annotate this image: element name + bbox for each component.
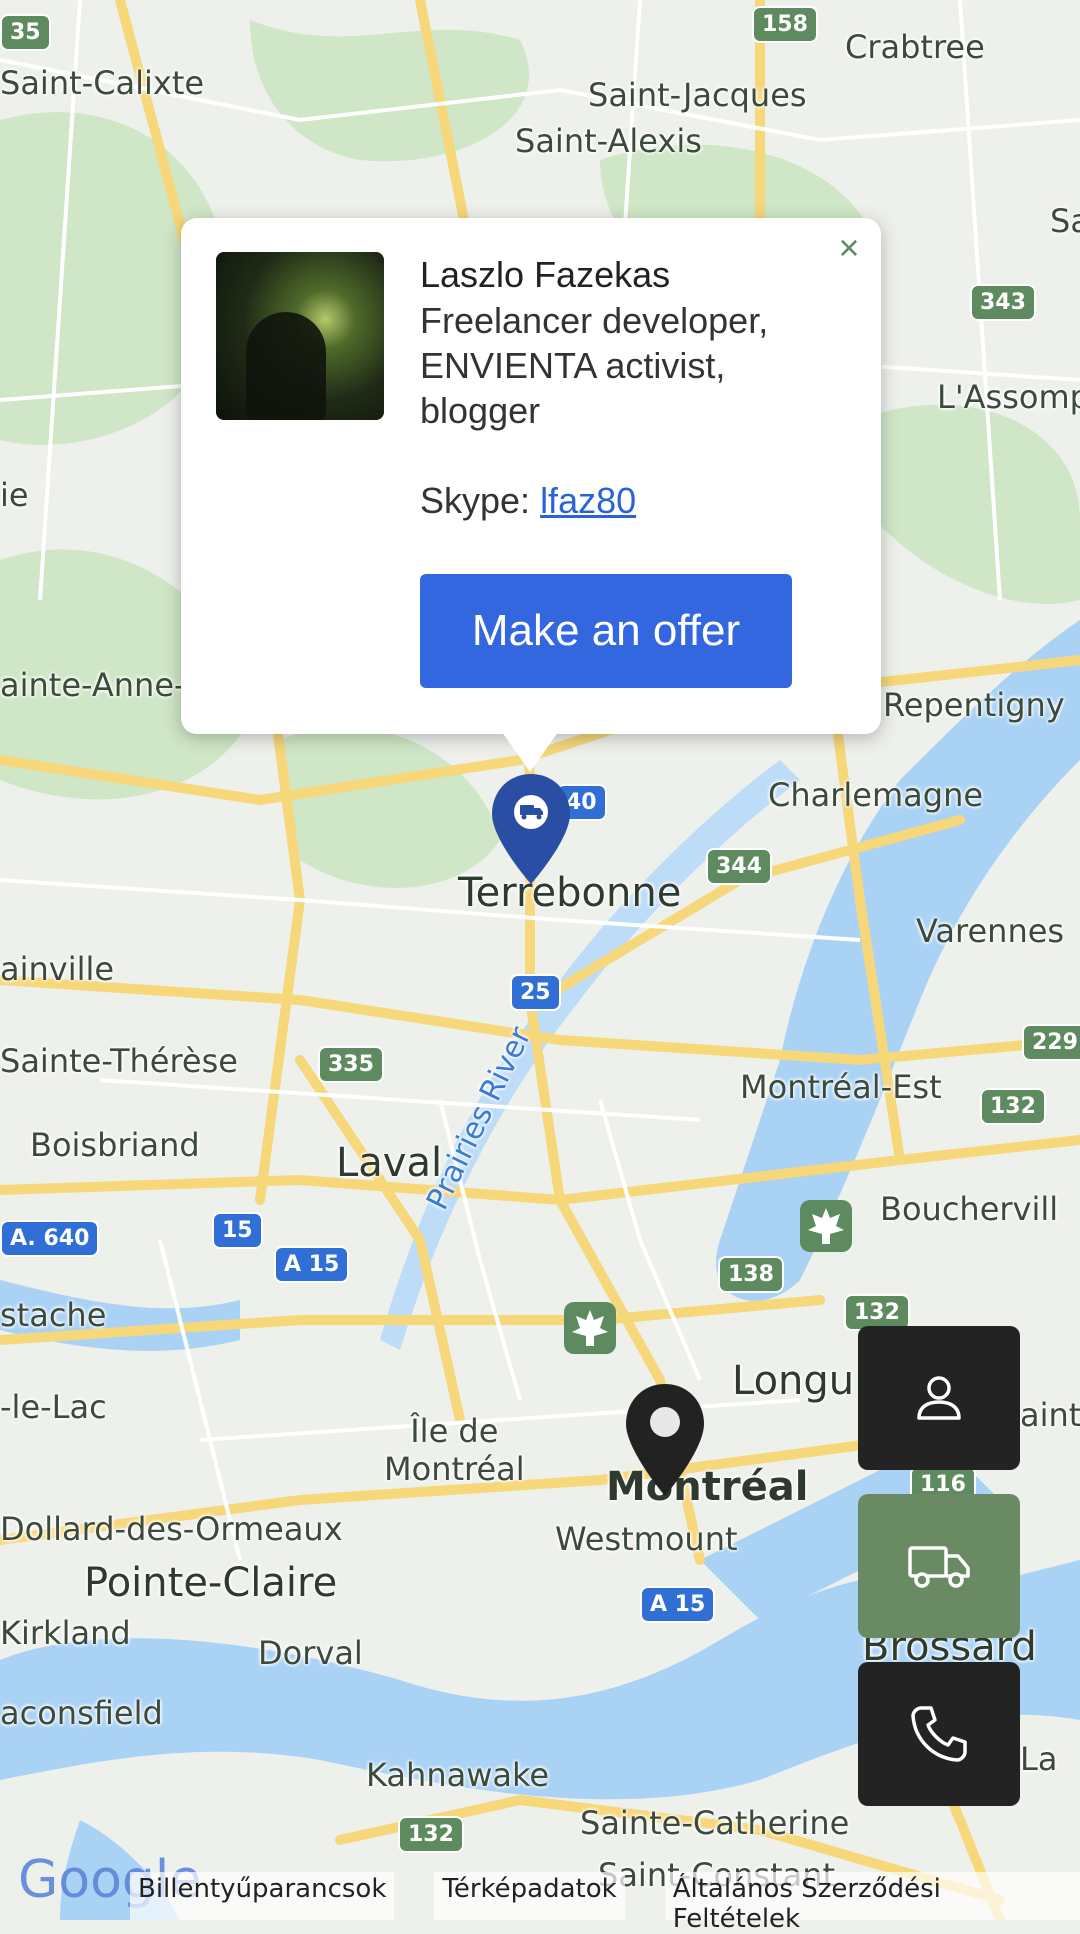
place-label: Saint-Jacques	[588, 76, 807, 114]
place-label: Sainte-Thérèse	[0, 1042, 238, 1080]
route-shield: 35	[0, 14, 51, 51]
maple-leaf-icon	[564, 1302, 616, 1354]
place-label: La	[1020, 1740, 1058, 1778]
route-shield: A. 640	[0, 1220, 100, 1257]
place-label: ainville	[0, 950, 115, 988]
route-shield: 158	[752, 6, 818, 43]
place-label: aconsfield	[0, 1694, 163, 1732]
route-shield: 15	[212, 1212, 263, 1249]
place-label: Longu	[732, 1358, 855, 1404]
profile-name: Laszlo Fazekas	[420, 254, 671, 295]
place-label: Montréal-Est	[740, 1068, 942, 1106]
person-icon	[917, 1376, 961, 1420]
place-label: Dollard-des-Ormeaux	[0, 1510, 343, 1548]
place-label: ie	[0, 476, 29, 514]
place-label: aint-	[1020, 1396, 1080, 1434]
route-shield: 138	[718, 1256, 784, 1293]
profile-description: Freelancer developer, ENVIENTA activist,…	[420, 300, 769, 431]
route-shield: 229	[1022, 1024, 1080, 1061]
info-window-tail	[502, 732, 558, 772]
skype-label: Skype:	[420, 480, 541, 521]
place-label: ainte-Anne-d	[0, 666, 206, 704]
place-label: Île de Montréal	[384, 1412, 525, 1488]
call-button[interactable]	[858, 1662, 1020, 1806]
map-footer: Billentyűparancsok Térképadatok Általáno…	[130, 1872, 1080, 1934]
route-shield: 25	[510, 974, 561, 1011]
route-shield: A 15	[640, 1586, 716, 1623]
info-window: × Laszlo Fazekas Freelancer developer, E…	[181, 218, 881, 734]
place-label: Kirkland	[0, 1614, 131, 1652]
make-offer-button[interactable]: Make an offer	[420, 574, 792, 688]
route-shield: 335	[318, 1046, 384, 1083]
route-shield: 344	[706, 848, 772, 885]
current-location-marker[interactable]	[624, 1382, 706, 1498]
location-pin-icon	[650, 1407, 680, 1437]
skype-link[interactable]: lfaz80	[540, 480, 636, 521]
profile-button[interactable]	[858, 1326, 1020, 1470]
delivery-button[interactable]	[858, 1494, 1020, 1638]
route-shield: 132	[980, 1088, 1046, 1125]
map-data-link[interactable]: Térképadatok	[434, 1872, 625, 1920]
place-label: Crabtree	[845, 28, 985, 66]
place-label: Boisbriand	[30, 1126, 200, 1164]
route-shield: 132	[398, 1816, 464, 1853]
place-label: Dorval	[258, 1634, 363, 1672]
close-icon[interactable]: ×	[827, 226, 871, 270]
place-label: Kahnawake	[366, 1756, 550, 1794]
place-label: Varennes	[916, 912, 1065, 950]
place-label: Repentigny	[883, 686, 1065, 724]
place-label: Charlemagne	[768, 776, 984, 814]
terms-link[interactable]: Általános Szerződési Feltételek	[664, 1872, 1080, 1934]
place-label: Sa	[1050, 202, 1080, 240]
route-shield: A 15	[274, 1246, 350, 1283]
truck-icon	[908, 1546, 970, 1588]
place-label: Westmount	[555, 1520, 738, 1558]
route-shield: 343	[970, 284, 1036, 321]
place-label: -le-Lac	[0, 1388, 107, 1426]
place-label: Saint-Calixte	[0, 64, 205, 102]
place-label: L'Assomp	[937, 378, 1080, 416]
place-label: Saint-Alexis	[515, 122, 702, 160]
place-label: Bouchervill	[880, 1190, 1059, 1228]
skype-line: Skype: lfaz80	[420, 480, 636, 522]
place-label: Laval	[336, 1140, 443, 1186]
place-label: stache	[0, 1296, 107, 1334]
maple-leaf-icon	[800, 1200, 852, 1252]
selected-marker[interactable]	[490, 772, 572, 886]
place-label: Pointe-Claire	[84, 1560, 338, 1606]
keyboard-shortcuts-link[interactable]: Billentyűparancsok	[130, 1872, 395, 1920]
phone-icon	[911, 1706, 967, 1762]
profile-photo	[216, 252, 384, 420]
place-label: Sainte-Catherine	[580, 1804, 850, 1842]
